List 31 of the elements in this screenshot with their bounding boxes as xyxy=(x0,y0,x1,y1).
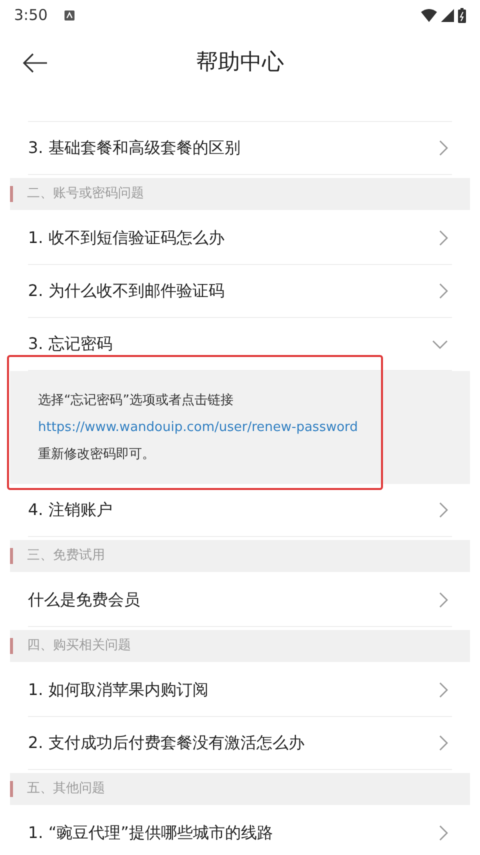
chevron-right-icon xyxy=(439,592,448,608)
chevron-right-icon xyxy=(439,283,448,299)
question-item[interactable]: 1. 如何取消苹果内购订阅 xyxy=(28,664,452,717)
section-title: 二、账号或密码问题 xyxy=(27,185,144,204)
page-title: 帮助中心 xyxy=(196,49,284,77)
signal-icon xyxy=(441,8,454,22)
chevron-down-icon xyxy=(432,340,448,348)
question-item[interactable]: 3. 基础套餐和高级套餐的区别 xyxy=(28,122,452,175)
chevron-right-icon xyxy=(439,230,448,246)
question-item[interactable]: 4. 注销账户 xyxy=(28,484,452,537)
section-title: 三、免费试用 xyxy=(27,547,105,566)
chevron-right-icon xyxy=(439,735,448,751)
answer-link[interactable]: https://www.wandouip.com/user/renew-password xyxy=(38,420,358,435)
question-item[interactable]: 2. 为什么收不到邮件验证码 xyxy=(28,265,452,318)
section-title: 五、其他问题 xyxy=(27,780,105,798)
chevron-right-icon xyxy=(439,140,448,156)
answer-text: 重新修改密码即可。 xyxy=(38,447,155,462)
status-time: 3:50 xyxy=(14,4,48,26)
wifi-icon xyxy=(421,8,437,22)
question-item[interactable]: 1. “豌豆代理”提供哪些城市的线路 xyxy=(28,807,452,855)
question-item[interactable]: 2. 支付成功后付费套餐没有激活怎么办 xyxy=(28,717,452,770)
section-title: 四、购买相关问题 xyxy=(27,637,131,656)
chevron-right-icon xyxy=(439,682,448,698)
chevron-right-icon xyxy=(439,502,448,518)
question-item[interactable]: 什么是免费会员 xyxy=(28,574,452,627)
battery-icon xyxy=(458,8,466,22)
back-arrow-icon xyxy=(22,52,48,73)
answer-text: 选择“忘记密码”选项或者点击链接 xyxy=(38,393,234,408)
question-item[interactable]: 1. 收不到短信验证码怎么办 xyxy=(28,212,452,265)
notification-icon xyxy=(64,10,75,22)
chevron-right-icon xyxy=(439,825,448,841)
